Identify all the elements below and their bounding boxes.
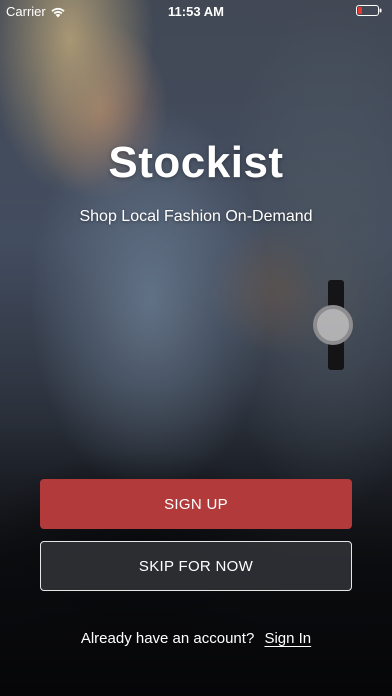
clock: 11:53 AM (168, 4, 224, 19)
app-tagline: Shop Local Fashion On-Demand (79, 208, 313, 225)
background-overlay (0, 0, 392, 696)
sign-in-row: Already have an account? Sign In (0, 630, 392, 647)
welcome-screen: Carrier 11:53 AM Stockist Shop Local Fas… (0, 0, 392, 696)
sign-up-button[interactable]: SIGN UP (40, 479, 352, 529)
sign-in-prompt: Already have an account? (80, 630, 255, 647)
app-title: Stockist (108, 138, 284, 187)
status-bar: Carrier 11:53 AM (0, 0, 392, 22)
sign-up-label: SIGN UP (164, 495, 228, 513)
skip-label: SKIP FOR NOW (138, 557, 254, 575)
battery-icon (356, 5, 382, 16)
sign-in-link[interactable]: Sign In (264, 630, 311, 647)
skip-for-now-button[interactable]: SKIP FOR NOW (40, 541, 352, 591)
